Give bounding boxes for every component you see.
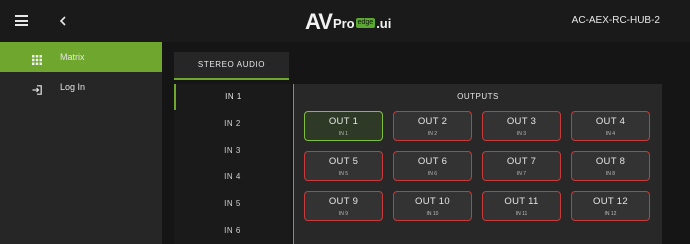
output-label: OUT 10 [415, 196, 450, 207]
outputs-title: OUTPUTS [457, 92, 499, 101]
output-label: OUT 11 [504, 196, 539, 207]
output-button-4[interactable]: OUT 4 IN 4 [571, 111, 650, 141]
output-button-11[interactable]: OUT 11 IN 11 [482, 191, 561, 221]
output-label: OUT 9 [328, 196, 359, 207]
input-item[interactable]: IN 2 [174, 111, 291, 137]
logo-pro-text: Pro [332, 16, 355, 31]
output-label: OUT 5 [328, 156, 359, 167]
sidebar: Matrix Log In [0, 42, 162, 244]
output-label: OUT 3 [506, 116, 537, 127]
output-source: IN 1 [338, 131, 349, 137]
output-label: OUT 4 [595, 116, 626, 127]
logo-edge-text: edge [355, 18, 376, 28]
input-item[interactable]: IN 3 [174, 138, 291, 164]
output-source: IN 7 [516, 171, 527, 177]
output-button-2[interactable]: OUT 2 IN 2 [393, 111, 472, 141]
input-item[interactable]: IN 1 [174, 84, 291, 110]
output-label: OUT 12 [593, 196, 628, 207]
output-label: OUT 7 [506, 156, 537, 167]
output-source: IN 11 [515, 211, 528, 217]
matrix-main: STEREO AUDIO IN 1 IN 2 IN 3 IN 4 IN 5 IN… [162, 42, 690, 244]
output-button-5[interactable]: OUT 5 IN 5 [304, 151, 383, 181]
output-source: IN 9 [338, 211, 349, 217]
avpro-logo: AV Pro edge .ui [305, 9, 391, 33]
grid-icon [32, 52, 42, 65]
output-label: OUT 6 [417, 156, 448, 167]
sidebar-item-label: Matrix [60, 52, 85, 62]
logo-ui-text: .ui [376, 16, 392, 31]
output-label: OUT 1 [328, 116, 359, 127]
output-button-6[interactable]: OUT 6 IN 6 [393, 151, 472, 181]
output-source: IN 4 [605, 131, 616, 137]
logo-av-text: AV [305, 9, 333, 34]
input-item[interactable]: IN 6 [174, 218, 291, 244]
top-bar: AV Pro edge .ui AC-AEX-RC-HUB-2 [0, 0, 690, 42]
output-button-12[interactable]: OUT 12 IN 12 [571, 191, 650, 221]
output-button-10[interactable]: OUT 10 IN 10 [393, 191, 472, 221]
output-button-9[interactable]: OUT 9 IN 9 [304, 191, 383, 221]
sidebar-item-matrix[interactable]: Matrix [0, 42, 162, 72]
output-button-7[interactable]: OUT 7 IN 7 [482, 151, 561, 181]
login-icon [32, 82, 42, 95]
device-name: AC-AEX-RC-HUB-2 [571, 15, 660, 26]
output-label: OUT 2 [417, 116, 448, 127]
sidebar-item-login[interactable]: Log In [0, 72, 162, 102]
output-button-8[interactable]: OUT 8 IN 8 [571, 151, 650, 181]
output-source: IN 6 [427, 171, 438, 177]
output-source: IN 8 [605, 171, 616, 177]
tab-stereo-audio[interactable]: STEREO AUDIO [174, 52, 289, 80]
hamburger-menu-icon[interactable] [15, 15, 28, 26]
sidebar-item-label: Log In [60, 82, 86, 92]
output-button-3[interactable]: OUT 3 IN 3 [482, 111, 561, 141]
output-source: IN 3 [516, 131, 527, 137]
output-label: OUT 8 [595, 156, 626, 167]
outputs-panel: OUTPUTS OUT 1 IN 1 OUT 2 IN 2 OUT 3 IN 3… [293, 84, 662, 244]
inputs-list: IN 1 IN 2 IN 3 IN 4 IN 5 IN 6 [174, 84, 291, 244]
output-source: IN 12 [604, 211, 617, 217]
output-source: IN 10 [426, 211, 439, 217]
output-source: IN 5 [338, 171, 349, 177]
input-item[interactable]: IN 5 [174, 191, 291, 217]
output-source: IN 2 [427, 131, 438, 137]
back-chevron-icon[interactable] [58, 12, 72, 30]
output-button-1[interactable]: OUT 1 IN 1 [304, 111, 383, 141]
input-item[interactable]: IN 4 [174, 164, 291, 190]
